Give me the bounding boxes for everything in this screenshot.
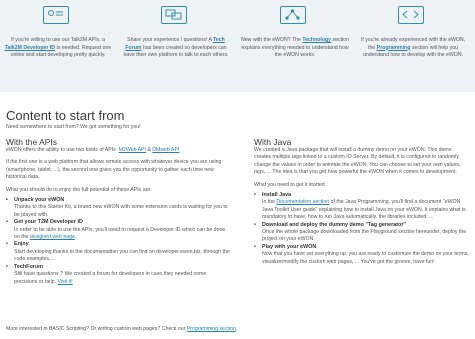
apis-heading: With the APIs bbox=[6, 137, 58, 147]
bullet-text: Thanks to this Starter Kit, a brand new … bbox=[14, 204, 228, 218]
visit-forum-link[interactable]: Visit it! bbox=[58, 279, 73, 285]
card-text: Share your experience / questions! A Tec… bbox=[123, 37, 229, 59]
dmweb-api-link[interactable]: DMweb API bbox=[152, 147, 179, 153]
programming-section-link[interactable]: Programming section bbox=[187, 326, 236, 332]
technology-link[interactable]: Technology bbox=[302, 37, 331, 43]
bullet-title: Install Java bbox=[254, 192, 469, 199]
chat-icon bbox=[161, 6, 187, 24]
bullet-title: Enjoy bbox=[6, 241, 231, 248]
apis-column: With the APIs eWON offers the ability to… bbox=[6, 137, 231, 286]
bullet-title: TechForum bbox=[6, 264, 231, 271]
bullet-title: Get your T2M Developer ID bbox=[6, 219, 231, 226]
code-icon bbox=[398, 6, 424, 24]
bullet-text: In order to be able to use the APIs, you… bbox=[14, 226, 226, 241]
java-column: With Java We created a Java package that… bbox=[254, 137, 469, 266]
bullet-text: Still have questions ? We created a foru… bbox=[14, 271, 207, 285]
apis-para2: What you should do to enjoy the full pot… bbox=[6, 186, 152, 193]
card-text: If you're willing to use our Talk2M APIs… bbox=[4, 37, 112, 59]
footer-note: More interested in BASIC Scripting? Or w… bbox=[6, 326, 238, 332]
apis-para1: If the first one is a web platform that … bbox=[6, 159, 222, 181]
card-text: If you're already experienced with the e… bbox=[360, 37, 466, 59]
card-developer-id: If you're willing to use our Talk2M APIs… bbox=[3, 0, 113, 92]
developer-id-link[interactable]: Talk2M Developer ID bbox=[5, 45, 55, 51]
bullet-text: Once the whole package downloaded from t… bbox=[262, 229, 467, 243]
bullet-text: In the Documentation section of the Java… bbox=[262, 199, 466, 221]
card-technology: New with the eWON? The Technology sectio… bbox=[240, 0, 350, 92]
bullet-title: Unpack your eWON bbox=[6, 197, 231, 204]
designed-web-page-link[interactable]: designed web page bbox=[30, 234, 75, 240]
m2web-api-link[interactable]: M2Web API bbox=[119, 147, 146, 153]
documentation-section-link[interactable]: Documentation section bbox=[276, 199, 329, 205]
bullet-text: Now that you have set everything up, you… bbox=[262, 251, 469, 265]
java-para1: We created a Java package that will inst… bbox=[254, 147, 461, 176]
apis-intro: eWON offers the ability to use two kinds… bbox=[6, 147, 180, 153]
card-programming: If you're already experienced with the e… bbox=[358, 0, 468, 92]
apis-bullets: Unpack your eWON Thanks to this Starter … bbox=[6, 197, 231, 286]
card-text: New with the eWON? The Technology sectio… bbox=[241, 37, 349, 59]
java-bullets: Install Java In the Documentation sectio… bbox=[254, 192, 469, 266]
programming-link[interactable]: Programming bbox=[377, 45, 411, 51]
feature-cards: If you're willing to use our Talk2M APIs… bbox=[0, 0, 475, 92]
bullet-text: Start developing thanks to the documenta… bbox=[14, 248, 230, 263]
bullet-title: Download and deploy the dummy demo "Tag … bbox=[254, 222, 469, 229]
card-tech-forum: Share your experience / questions! A Tec… bbox=[121, 0, 231, 92]
section-title: Content to start from bbox=[6, 108, 125, 123]
java-para2: What you need to get it started : bbox=[254, 181, 328, 188]
bullet-title: Play with your eWON bbox=[254, 244, 469, 251]
section-subtitle: Need somewhere to start from? We got som… bbox=[6, 124, 141, 130]
id-card-icon bbox=[43, 6, 69, 24]
network-icon bbox=[280, 6, 306, 24]
java-heading: With Java bbox=[254, 137, 292, 147]
